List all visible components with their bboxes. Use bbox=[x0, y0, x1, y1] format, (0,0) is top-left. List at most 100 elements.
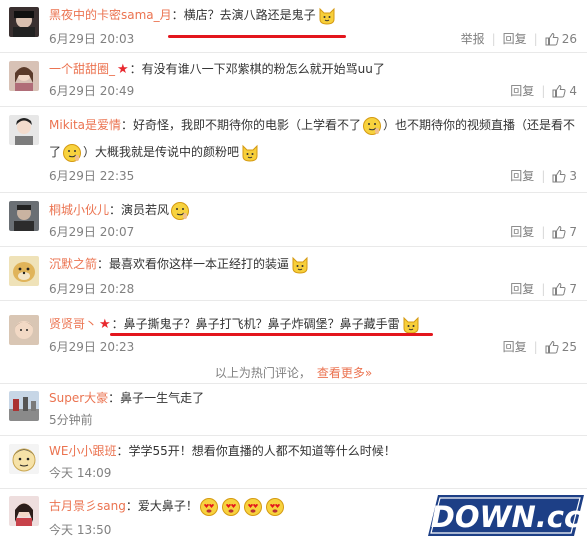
divider: | bbox=[541, 84, 546, 98]
comment-text: ：鼻子撕鬼子？鼻子打飞机？鼻子炸碉堡？鼻子藏手雷 bbox=[111, 317, 400, 331]
divider: | bbox=[541, 282, 546, 296]
comment-text: ：演员若风 bbox=[109, 203, 170, 217]
divider: | bbox=[541, 169, 546, 183]
comment-time: 6月29日 20:28 bbox=[49, 282, 135, 296]
comment-text: ：鼻子一生气走了 bbox=[108, 391, 205, 405]
username-link[interactable]: Mikita是爱情 bbox=[49, 118, 121, 132]
reply-link[interactable]: 回复 bbox=[510, 83, 534, 99]
reply-link[interactable]: 回复 bbox=[510, 224, 534, 240]
avatar[interactable] bbox=[9, 391, 39, 421]
cat-emoji-icon bbox=[240, 143, 260, 163]
comment-time: 6月29日 20:07 bbox=[49, 225, 135, 239]
thumbs-up-icon bbox=[552, 225, 566, 239]
comment-time: 6月29日 20:23 bbox=[49, 340, 135, 354]
star-badge-icon[interactable]: ★ bbox=[117, 62, 129, 77]
smirk-emoji-icon bbox=[170, 201, 190, 221]
comment-line: Mikita是爱情：好奇怪，我即不期待你的电影（上学看不了 ）也不期待你的视频直播… bbox=[49, 112, 581, 166]
report-link[interactable]: 举报 bbox=[461, 31, 485, 47]
comment-text: ：最喜欢看你这样一本正经打的装逼 bbox=[97, 257, 290, 271]
love-emoji-icon bbox=[199, 497, 219, 517]
cat-emoji-icon bbox=[317, 6, 337, 26]
comment-time: 6月29日 20:03 bbox=[49, 32, 135, 46]
like-button[interactable]: 3 bbox=[552, 168, 577, 184]
love-emoji-icon bbox=[221, 497, 241, 517]
comment-time: 5分钟前 bbox=[49, 413, 93, 427]
divider: | bbox=[533, 32, 538, 46]
comment-7: Super大豪：鼻子一生气走了 5分钟前 bbox=[0, 384, 587, 436]
avatar[interactable] bbox=[9, 7, 39, 37]
username-link[interactable]: WE小小跟班 bbox=[49, 444, 116, 458]
username-link[interactable]: 一个甜甜圈_ bbox=[49, 62, 115, 76]
love-emoji-icon bbox=[265, 497, 285, 517]
like-count: 26 bbox=[561, 32, 577, 46]
reply-link[interactable]: 回复 bbox=[510, 281, 534, 297]
comment-actions: 回复 | 4 bbox=[510, 83, 577, 99]
comment-line: 沉默之箭：最喜欢看你这样一本正经打的装逼 bbox=[49, 251, 581, 277]
red-underline bbox=[168, 35, 346, 38]
view-more-link[interactable]: 查看更多» bbox=[317, 366, 372, 380]
avatar[interactable] bbox=[9, 496, 39, 526]
comment-actions: 举报 | 回复 | 26 bbox=[461, 31, 577, 47]
like-button[interactable]: 25 bbox=[545, 339, 577, 355]
avatar[interactable] bbox=[9, 115, 39, 145]
avatar[interactable] bbox=[9, 315, 39, 345]
comment-text: ：爱大鼻子！ bbox=[125, 499, 198, 513]
love-emoji-icon bbox=[243, 497, 263, 517]
smirk-emoji-icon bbox=[362, 116, 382, 136]
comment-text: 了 bbox=[49, 145, 62, 159]
comment-time: 今天 13:50 bbox=[49, 523, 112, 537]
comment-time: 今天 14:09 bbox=[49, 466, 112, 480]
reply-link[interactable]: 回复 bbox=[510, 168, 534, 184]
username-link[interactable]: 贤贤哥丶 bbox=[49, 317, 97, 331]
comment-text: ）大概我就是传说中的颜粉吧 bbox=[83, 145, 240, 159]
comment-4: 桐城小伙儿：演员若风 6月29日 20:07 回复 | 7 bbox=[0, 193, 587, 247]
divider: | bbox=[533, 340, 538, 354]
comment-line: 桐城小伙儿：演员若风 bbox=[49, 197, 581, 223]
thumbs-up-icon bbox=[552, 282, 566, 296]
comment-text: ）也不期待你的视频直播（还是看不 bbox=[383, 118, 576, 132]
thumbs-up-icon bbox=[552, 84, 566, 98]
comment-text: ：横店？去演八路还是鬼子 bbox=[171, 8, 316, 22]
reply-link[interactable]: 回复 bbox=[503, 339, 527, 355]
like-count: 7 bbox=[569, 225, 577, 239]
like-count: 4 bbox=[569, 84, 577, 98]
avatar[interactable] bbox=[9, 61, 39, 91]
cat-emoji-icon bbox=[401, 315, 421, 335]
avatar[interactable] bbox=[9, 256, 39, 286]
cat-emoji-icon bbox=[290, 255, 310, 275]
reply-link[interactable]: 回复 bbox=[503, 31, 527, 47]
comment-time: 6月29日 20:49 bbox=[49, 84, 135, 98]
comment-time: 6月29日 22:35 bbox=[49, 169, 135, 183]
divider: | bbox=[491, 32, 496, 46]
username-link[interactable]: 黑夜中的卡密sama_月 bbox=[49, 8, 172, 22]
like-button[interactable]: 7 bbox=[552, 224, 577, 240]
comment-text: ：好奇怪，我即不期待你的电影（上学看不了 bbox=[121, 118, 362, 132]
comment-6: 贤贤哥丶 ★：鼻子撕鬼子？鼻子打飞机？鼻子炸碉堡？鼻子藏手雷 6月29日 20:2… bbox=[0, 301, 587, 362]
comment-text: ：有没有谁八一下邓紫棋的粉怎么就开始骂uu了 bbox=[129, 62, 385, 76]
avatar[interactable] bbox=[9, 201, 39, 231]
like-button[interactable]: 7 bbox=[552, 281, 577, 297]
like-count: 25 bbox=[561, 340, 577, 354]
like-button[interactable]: 4 bbox=[552, 83, 577, 99]
like-button[interactable]: 26 bbox=[545, 31, 577, 47]
username-link[interactable]: 桐城小伙儿 bbox=[49, 203, 109, 217]
comment-1: 黑夜中的卡密sama_月：横店？去演八路还是鬼子 6月29日 20:03 举报 |… bbox=[0, 0, 587, 53]
comment-line: WE小小跟班：学学55开！想看你直播的人都不知道等什么时候！ bbox=[49, 438, 581, 464]
username-link[interactable]: 沉默之箭 bbox=[49, 257, 97, 271]
comment-actions: 回复 | 25 bbox=[503, 339, 577, 355]
username-link[interactable]: Super大豪 bbox=[49, 391, 108, 405]
comment-8: WE小小跟班：学学55开！想看你直播的人都不知道等什么时候！ 今天 14:09 bbox=[0, 436, 587, 489]
hot-comments-label: 以上为热门评论， bbox=[214, 366, 311, 380]
username-link[interactable]: 古月景彡sang bbox=[49, 499, 126, 513]
like-count: 3 bbox=[569, 169, 577, 183]
comment-2: 一个甜甜圈_ ★：有没有谁八一下邓紫棋的粉怎么就开始骂uu了 6月29日 20:4… bbox=[0, 53, 587, 107]
hot-comments-bar: 以上为热门评论， 查看更多» bbox=[0, 362, 587, 384]
thumbs-up-icon bbox=[552, 169, 566, 183]
thumbs-up-icon bbox=[545, 340, 559, 354]
red-underline bbox=[110, 333, 433, 336]
comment-line: Super大豪：鼻子一生气走了 bbox=[49, 385, 581, 411]
thumbs-up-icon bbox=[545, 32, 559, 46]
avatar[interactable] bbox=[9, 444, 39, 474]
watermark-text: DOWN.cc bbox=[431, 500, 581, 534]
star-badge-icon[interactable]: ★ bbox=[99, 317, 111, 332]
